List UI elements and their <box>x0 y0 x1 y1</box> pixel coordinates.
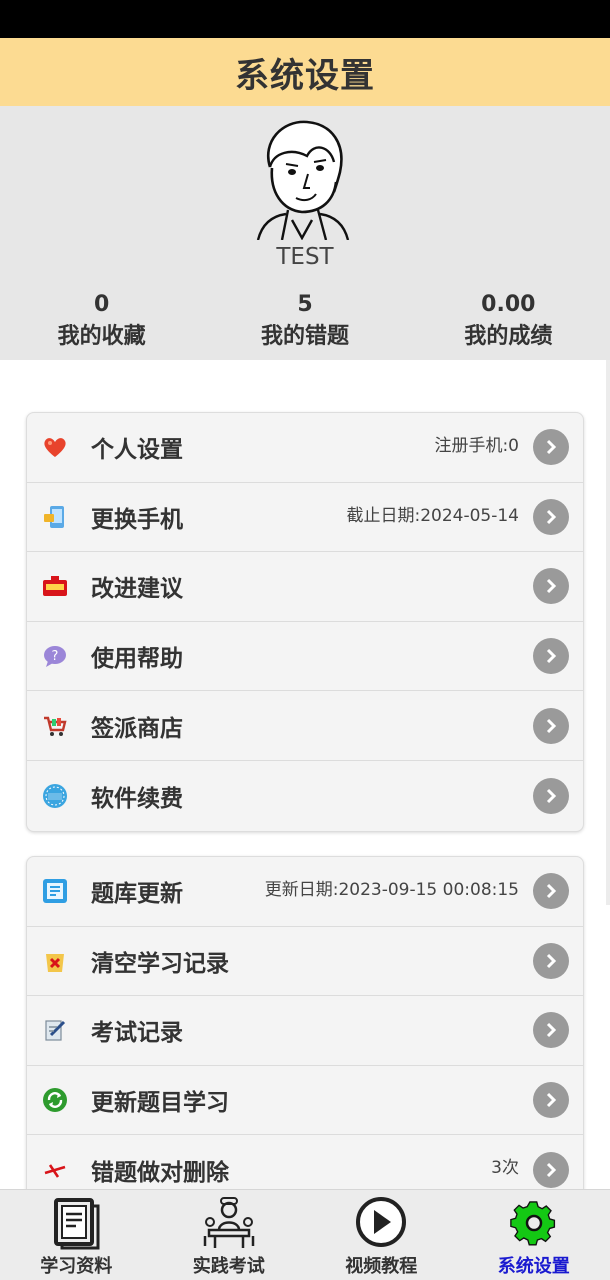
phone-icon <box>41 503 69 531</box>
menu-clear-records[interactable]: 清空学习记录 <box>27 927 583 997</box>
exam-record-icon <box>41 1016 69 1044</box>
practice-exam-icon <box>203 1197 254 1248</box>
stat-label: 我的收藏 <box>57 324 146 349</box>
page-title: 系统设置 <box>235 55 375 96</box>
help-bubble-icon: ? <box>41 642 69 670</box>
menu-label: 改进建议 <box>91 576 183 603</box>
clear-record-icon <box>41 947 69 975</box>
menu-label: 题库更新 <box>91 881 183 908</box>
nav-label: 学习资料 <box>40 1256 113 1277</box>
stat-favorites[interactable]: 0 我的收藏 <box>0 290 203 354</box>
menu-label: 错题做对删除 <box>91 1159 229 1186</box>
menu-store[interactable]: 签派商店 <box>27 691 583 761</box>
heart-icon <box>41 433 69 461</box>
chevron-right-icon <box>533 1151 569 1188</box>
title-bar: 系统设置 <box>0 38 610 106</box>
menu-label: 清空学习记录 <box>91 950 229 977</box>
stat-value: 0.00 <box>481 292 536 317</box>
chevron-right-icon <box>533 942 569 979</box>
profile-panel: TEST 0 我的收藏 5 我的错题 0.00 我的成绩 <box>0 106 610 360</box>
menu-update-study[interactable]: 更新题目学习 <box>27 1066 583 1136</box>
menu-label: 软件续费 <box>91 785 183 812</box>
avatar[interactable] <box>252 112 352 240</box>
menu-value: 更新日期:2023-09-15 00:08:15 <box>264 880 519 900</box>
nav-label: 视频教程 <box>345 1256 418 1277</box>
menu-help[interactable]: ? 使用帮助 <box>27 622 583 692</box>
stat-value: 5 <box>297 292 313 317</box>
menu-label: 个人设置 <box>91 437 183 464</box>
nav-label: 系统设置 <box>497 1256 570 1277</box>
gear-icon <box>509 1201 555 1246</box>
settings-group-1: 个人设置 注册手机:0 更换手机 截止日期:2024-05-14 改进建议 ? … <box>26 412 584 832</box>
menu-label: 考试记录 <box>91 1020 183 1047</box>
menu-question-bank-update[interactable]: 题库更新 更新日期:2023-09-15 00:08:15 <box>27 857 583 927</box>
menu-value: 截止日期:2024-05-14 <box>346 505 519 526</box>
status-bar <box>0 0 610 38</box>
chevron-right-icon <box>533 498 569 535</box>
chevron-right-icon <box>533 568 569 605</box>
username: TEST <box>276 244 334 270</box>
nav-study-materials[interactable]: 学习资料 <box>0 1190 153 1280</box>
settings-group-2: 题库更新 更新日期:2023-09-15 00:08:15 清空学习记录 考试记… <box>26 856 584 1206</box>
nav-practice-exam[interactable]: 实践考试 <box>153 1190 306 1280</box>
menu-label: 使用帮助 <box>91 646 183 673</box>
buy-now-icon <box>41 782 69 810</box>
bottom-nav: 学习资料 实践考试 视频教程 系统设置 <box>0 1189 610 1280</box>
menu-exam-records[interactable]: 考试记录 <box>27 996 583 1066</box>
menu-personal-settings[interactable]: 个人设置 注册手机:0 <box>27 413 583 483</box>
suggestion-box-icon <box>41 572 69 600</box>
menu-suggestions[interactable]: 改进建议 <box>27 552 583 622</box>
menu-value: 注册手机:0 <box>434 436 519 456</box>
play-video-icon <box>356 1197 407 1247</box>
stat-score[interactable]: 0.00 我的成绩 <box>407 290 610 354</box>
nav-system-settings[interactable]: 系统设置 <box>458 1190 610 1280</box>
stats-row: 0 我的收藏 5 我的错题 0.00 我的成绩 <box>0 290 610 354</box>
chevron-right-icon <box>533 707 569 744</box>
menu-label: 更换手机 <box>91 506 183 533</box>
menu-renewal[interactable]: 软件续费 <box>27 761 583 831</box>
chevron-right-icon <box>533 638 569 675</box>
refresh-icon <box>41 1086 69 1114</box>
menu-label: 签派商店 <box>91 715 183 742</box>
menu-value: 3次 <box>491 1158 519 1179</box>
scrollbar[interactable] <box>606 360 610 905</box>
chevron-right-icon <box>533 1012 569 1049</box>
delete-wrong-icon <box>41 1156 69 1184</box>
shopping-cart-icon <box>41 712 69 740</box>
book-icon <box>54 1198 100 1250</box>
stat-value: 0 <box>94 292 110 317</box>
stat-label: 我的成绩 <box>464 324 553 349</box>
chevron-right-icon <box>533 873 569 910</box>
menu-change-phone[interactable]: 更换手机 截止日期:2024-05-14 <box>27 483 583 553</box>
chevron-right-icon <box>533 429 569 466</box>
question-bank-icon <box>41 877 69 905</box>
menu-label: 更新题目学习 <box>91 1090 229 1117</box>
svg-text:?: ? <box>52 649 59 664</box>
nav-label: 实践考试 <box>192 1256 265 1277</box>
stat-label: 我的错题 <box>260 324 349 349</box>
chevron-right-icon <box>533 1082 569 1119</box>
chevron-right-icon <box>533 777 569 814</box>
nav-video-tutorials[interactable]: 视频教程 <box>305 1190 458 1280</box>
stat-wrong-questions[interactable]: 5 我的错题 <box>203 290 406 354</box>
